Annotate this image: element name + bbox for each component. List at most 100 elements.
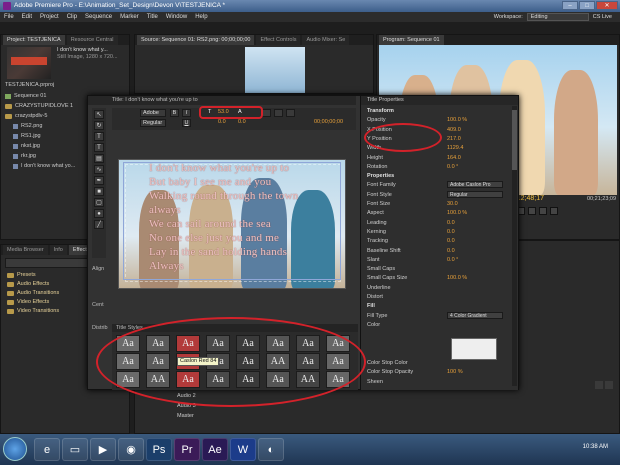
word-icon[interactable]: W [230,438,256,461]
tab-media-browser[interactable]: Media Browser [3,245,48,255]
tab-audio-mixer[interactable]: Audio Mixer: Se [302,35,350,45]
chrome-icon[interactable]: ◉ [118,438,144,461]
underline-icon[interactable]: U [182,119,191,127]
minimize-button[interactable]: – [562,1,578,10]
project-file-name: TESTJENICA.prproj [5,82,55,88]
source-monitor: Source: Sequence 01: RS2.png: 00;00;00;0… [134,34,374,94]
font-family-select[interactable]: Adobe ... [140,109,166,123]
play-button[interactable] [528,207,536,215]
menu-project[interactable]: Project [40,14,59,20]
start-button-icon[interactable] [3,437,27,461]
property-value[interactable]: 0.0 [447,229,455,235]
fill-color-swatch[interactable] [451,338,497,360]
rounded-rect-tool-icon[interactable]: ▢ [94,198,104,207]
menu-clip[interactable]: Clip [67,14,77,20]
area-type-tool-icon[interactable]: ▤ [94,154,104,163]
property-value[interactable]: 0.0 [447,220,455,226]
premiere-icon[interactable]: Pr [174,438,200,461]
property-value[interactable]: 30.0 [447,201,458,207]
property-value[interactable]: 0.0 [447,248,455,254]
after-effects-icon[interactable]: Ae [202,438,228,461]
property-value[interactable]: 0.0 ° [447,257,458,263]
track-master[interactable]: Master [177,413,194,419]
menu-sequence[interactable]: Sequence [85,14,112,20]
property-value[interactable]: 217.0 [447,136,461,142]
image-icon [13,143,18,149]
source-preview [245,47,305,93]
property-label: Small Caps [367,266,396,273]
selection-tool-icon[interactable]: ↖ [94,110,104,119]
step-forward-button[interactable] [539,207,547,215]
tab-resource-central[interactable]: Resource Central [66,35,118,45]
pen-tool-icon[interactable]: ✒ [94,176,104,185]
menu-edit[interactable]: Edit [22,14,32,20]
folder-icon [7,291,14,296]
property-value[interactable]: 100.0 % [447,210,467,216]
menu-marker[interactable]: Marker [120,14,139,20]
menu-file[interactable]: File [4,14,14,20]
property-label: Color [367,321,381,328]
property-dropdown[interactable]: 4 Color Gradient [447,311,503,319]
property-label: Color Stop Color [367,359,408,366]
ie-icon[interactable]: e [34,438,60,461]
title-properties-header: Title Properties [361,96,518,105]
align-right-icon[interactable] [286,109,295,117]
selection-tool-icon[interactable] [595,381,603,389]
tab-info[interactable]: Info [49,245,67,255]
rectangle-tool-icon[interactable]: ■ [94,187,104,196]
property-label: Font Family [367,182,396,189]
property-value[interactable]: 164.0 [447,155,461,161]
razor-tool-icon[interactable] [605,381,613,389]
center-label: Cent [92,302,104,308]
path-type-tool-icon[interactable]: ∿ [94,165,104,174]
property-value[interactable]: 0.0 [447,238,455,244]
property-value[interactable]: 100 % [447,369,463,375]
tab-effect-controls[interactable]: Effect Controls [256,35,301,45]
bold-icon[interactable]: B [170,109,179,117]
property-dropdown[interactable]: Regular [447,190,503,198]
property-label: Aspect [367,210,384,217]
explorer-icon[interactable]: ▭ [62,438,88,461]
workspace-select[interactable]: Editing [526,13,589,21]
property-value[interactable]: 100.0 % [447,275,467,281]
property-value[interactable]: 100.0 % [447,117,467,123]
property-value[interactable]: 1129.4 [447,145,463,151]
align-left-icon[interactable] [262,109,271,117]
photoshop-icon[interactable]: Ps [146,438,172,461]
rotate-tool-icon[interactable]: ↻ [94,121,104,130]
menu-title[interactable]: Title [147,14,158,20]
cs-live-button[interactable]: CS Live [593,14,612,20]
kerning-value[interactable]: 0.0 [218,119,226,125]
property-section[interactable]: Fill [367,303,375,309]
tab-project[interactable]: Project: TESTJENICA [3,35,65,45]
loop-button[interactable] [550,207,558,215]
align-center-icon[interactable] [274,109,283,117]
property-dropdown[interactable]: Adobe Caslon Pro [447,181,503,189]
font-style-select[interactable]: Regular [140,119,166,127]
property-section[interactable]: Transform [367,108,394,114]
property-value[interactable]: 409.0 [447,127,461,133]
close-button[interactable]: ✕ [596,1,618,10]
property-value[interactable]: 0.0 ° [447,164,458,170]
italic-icon[interactable]: I [182,109,191,117]
leading-value[interactable]: 0.0 [238,119,246,125]
titler-window: Title: I don't know what you're up to ↖ … [87,95,519,407]
titler-timecode[interactable]: 00;00;00;00 [314,119,343,125]
line-tool-icon[interactable]: ╱ [94,220,104,229]
item-info: I don't know what y... Still Image, 1280… [57,47,129,61]
firefox-icon[interactable]: ◐ [258,438,284,461]
menu-help[interactable]: Help [195,14,207,20]
property-section[interactable]: Properties [367,173,394,179]
tab-program[interactable]: Program: Sequence 01 [379,35,444,45]
menu-window[interactable]: Window [166,14,187,20]
type-tool-icon[interactable]: T [94,132,104,141]
ellipse-tool-icon[interactable]: ● [94,209,104,218]
title-canvas[interactable]: I don't know what you're up to But baby … [118,159,346,289]
property-label: Small Caps Size [367,275,408,282]
media-player-icon[interactable]: ▶ [90,438,116,461]
tab-source[interactable]: Source: Sequence 01: RS2.png: 00;00;00;0… [137,35,255,45]
properties-scrollbar[interactable] [512,106,517,386]
vertical-type-tool-icon[interactable]: T [94,143,104,152]
maximize-button[interactable]: □ [579,1,595,10]
property-label: Tracking [367,238,388,245]
